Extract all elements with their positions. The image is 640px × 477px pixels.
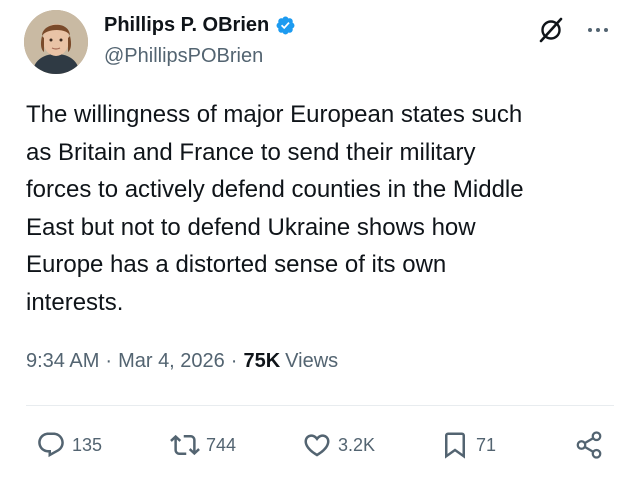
grok-icon[interactable]: [537, 16, 565, 44]
tweet-meta: 9:34 AM · Mar 4, 2026 · 75K Views: [26, 350, 338, 373]
repost-count: 744: [206, 434, 237, 455]
views-count: 75K: [243, 350, 281, 372]
more-icon[interactable]: [584, 16, 612, 44]
tweet-date[interactable]: Mar 4, 2026: [118, 350, 225, 373]
meta-separator: ·: [230, 350, 238, 372]
bookmark-button[interactable]: 71: [440, 423, 496, 467]
reply-button[interactable]: 135: [36, 423, 102, 467]
reply-count: 135: [72, 434, 103, 455]
like-icon: [304, 434, 330, 457]
tweet-time[interactable]: 9:34 AM: [26, 350, 99, 373]
avatar-image: [24, 10, 88, 74]
share-icon: [576, 431, 602, 459]
like-button[interactable]: 3.2K: [302, 423, 375, 467]
like-count: 3.2K: [338, 434, 376, 455]
repost-button[interactable]: 744: [170, 423, 236, 467]
bookmark-icon: [445, 432, 465, 459]
author-handle[interactable]: @PhillipsPOBrien: [104, 45, 263, 68]
divider: [26, 405, 614, 406]
verified-badge-icon: [275, 15, 296, 36]
action-bar: 135 744 3.2K 71: [0, 423, 640, 467]
tweet-header: Phillips P. OBrien @PhillipsPOBrien: [0, 0, 640, 90]
tweet-text: The willingness of major European states…: [26, 101, 524, 316]
views-label: Views: [285, 350, 339, 372]
bookmark-count: 71: [476, 434, 497, 455]
reply-icon: [38, 432, 64, 458]
author-avatar[interactable]: [24, 10, 88, 74]
repost-icon: [170, 434, 200, 456]
author-name[interactable]: Phillips P. OBrien: [104, 14, 269, 37]
author-name-row: Phillips P. OBrien: [104, 14, 296, 37]
meta-separator: ·: [105, 350, 113, 372]
share-button[interactable]: [574, 423, 604, 467]
